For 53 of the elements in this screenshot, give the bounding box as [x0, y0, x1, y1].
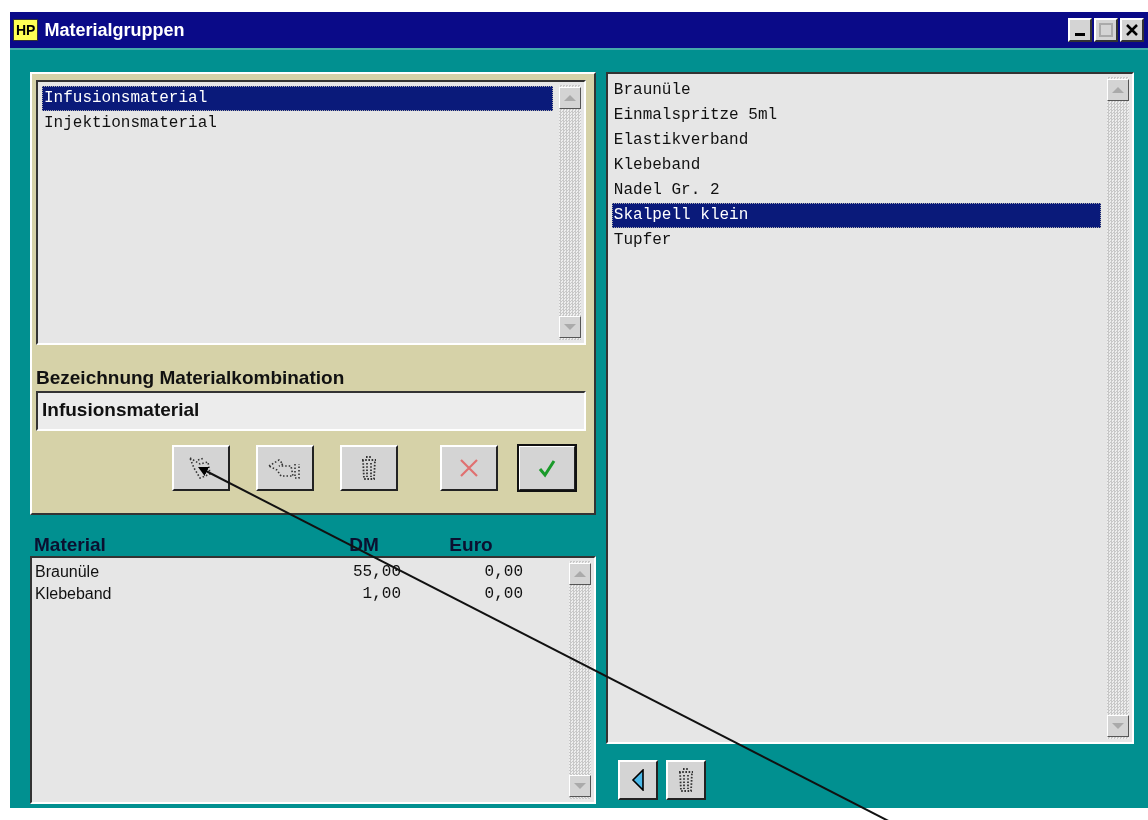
list-item[interactable]: Klebeband — [611, 153, 1101, 178]
scroll-down-button[interactable] — [558, 316, 581, 338]
trash-icon — [676, 767, 695, 793]
table-cell-text: Braunüle — [35, 562, 101, 582]
down-arrow-icon — [1112, 722, 1124, 730]
table-cell-text: 55,00 — [352, 562, 401, 583]
down-arrow-icon — [563, 323, 576, 331]
trash-icon — [360, 455, 378, 481]
tool-button[interactable] — [665, 760, 706, 800]
tool-button[interactable] — [340, 445, 398, 491]
tool-button[interactable] — [518, 445, 576, 491]
up-arrow-icon — [573, 570, 586, 578]
window-title: Materialgruppen — [44, 19, 186, 41]
list-item[interactable]: Braunüle — [611, 78, 1101, 103]
maximize-icon — [1099, 23, 1113, 37]
list-item[interactable]: Infusionsmaterial — [42, 86, 553, 111]
name-field[interactable]: Infusionsmaterial — [36, 391, 586, 431]
close-icon — [1125, 23, 1139, 37]
triangle-left-icon — [630, 769, 645, 791]
table-cell-text: 0,00 — [483, 584, 523, 605]
list-item[interactable]: Nadel Gr. 2 — [611, 178, 1101, 203]
minimize-icon — [1075, 33, 1085, 36]
table-cell-text: Klebeband — [35, 584, 113, 604]
list-item[interactable]: Injektionsmaterial — [42, 111, 553, 136]
up-arrow-icon — [1112, 86, 1124, 94]
close-button[interactable] — [1120, 18, 1144, 42]
tool-button[interactable] — [256, 445, 314, 491]
list-item[interactable]: Elastikverband — [611, 128, 1101, 153]
list-item[interactable]: Einmalspritze 5ml — [611, 103, 1101, 128]
table-cell-text: 0,00 — [483, 562, 523, 583]
tool-button[interactable] — [172, 445, 230, 491]
tool-button[interactable] — [617, 760, 658, 800]
scroll-down-button[interactable] — [1107, 715, 1129, 737]
minimize-button[interactable] — [1068, 18, 1092, 42]
cross-icon — [459, 458, 479, 478]
hand-icon — [267, 456, 303, 480]
scroll-up-button[interactable] — [558, 87, 581, 109]
tool-button[interactable] — [440, 445, 498, 491]
table-cell-text: 1,00 — [361, 584, 401, 605]
field-label: Bezeichnung Materialkombination — [36, 367, 346, 389]
scroll-up-button[interactable] — [568, 563, 591, 585]
up-arrow-icon — [563, 94, 576, 102]
scroll-down-button[interactable] — [568, 775, 591, 797]
app-logo: HP — [13, 19, 39, 41]
list-item[interactable]: Skalpell klein — [611, 203, 1101, 228]
down-arrow-icon — [573, 782, 586, 790]
column-header: DM — [349, 534, 379, 556]
check-icon — [537, 458, 557, 478]
maximize-button[interactable] — [1094, 18, 1118, 42]
column-header: Material — [34, 534, 107, 556]
column-header: Euro — [449, 534, 493, 556]
list-item[interactable]: Tupfer — [611, 228, 1101, 253]
scroll-up-button[interactable] — [1107, 79, 1129, 101]
